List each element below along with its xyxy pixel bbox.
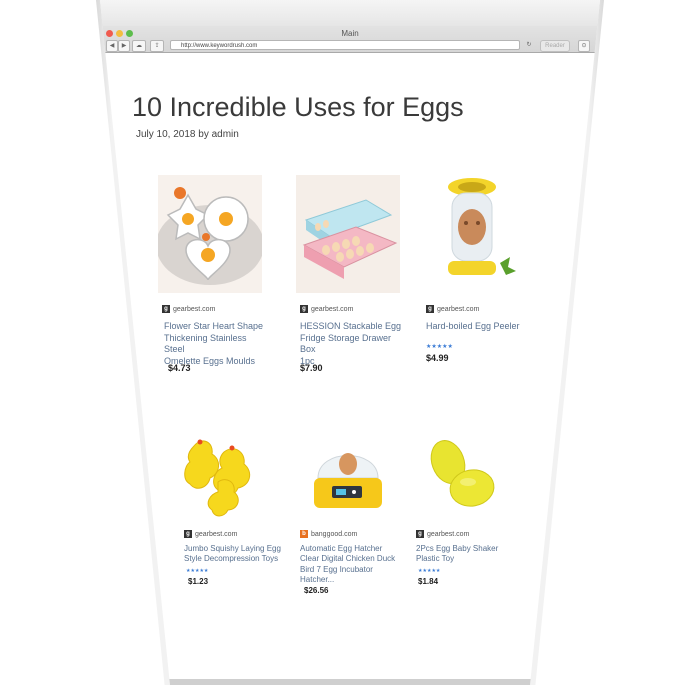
top-strip [100,0,600,26]
product-card[interactable]: g gearbest.com 2Pcs Egg Baby Shaker Plas… [416,432,516,612]
gearbest-logo-icon: g [300,305,308,313]
rating-stars: ★★★★★ [186,568,209,574]
reader-button[interactable]: Reader [540,40,570,52]
fried-egg-mould-image[interactable] [158,175,262,293]
product-source: g gearbest.com [300,305,353,313]
product-card[interactable]: g gearbest.com Jumbo Squishy Laying Egg … [184,432,284,612]
gearbest-logo-icon: g [162,305,170,313]
browser-chrome: Main ◀ ▶ ☁ ⇪ http://www.keywordrush.com … [100,0,600,53]
product-source: b banggood.com [300,530,357,538]
product-source: g gearbest.com [426,305,479,313]
gearbest-logo-icon: g [184,530,192,538]
product-name[interactable]: 2Pcs Egg Baby Shaker Plastic Toy [416,544,498,565]
product-name[interactable]: HESSION Stackable Egg Fridge Storage Dra… [300,321,406,368]
post-meta: July 10, 2018 by admin [136,129,239,140]
gearbest-logo-icon: g [416,530,424,538]
product-name[interactable]: Jumbo Squishy Laying Egg Style Decompres… [184,544,281,565]
rating-stars: ★★★★★ [426,344,453,350]
product-source: g gearbest.com [416,530,469,538]
forward-button[interactable]: ▶ [118,40,130,52]
product-card[interactable]: g gearbest.com HESSION Stackable Egg Fri… [296,175,406,385]
product-name[interactable]: Flower Star Heart Shape Thickening Stain… [164,321,268,368]
product-name[interactable]: Automatic Egg Hatcher Clear Digital Chic… [300,544,395,586]
product-name[interactable]: Hard-boiled Egg Peeler [426,321,520,333]
product-card[interactable]: g gearbest.com Hard-boiled Egg Peeler ★★… [422,175,532,385]
squishy-chicken-image[interactable] [184,432,272,522]
icloud-icon[interactable]: ☁ [132,40,146,52]
downloads-icon[interactable]: ⊙ [578,40,590,52]
product-source: g gearbest.com [184,530,237,538]
window-bottom-edge [100,679,600,685]
back-button[interactable]: ◀ [106,40,118,52]
product-price: $4.73 [168,363,191,373]
product-source: g gearbest.com [162,305,215,313]
rating-stars: ★★★★★ [418,568,441,574]
page-title: 10 Incredible Uses for Eggs [132,92,464,122]
product-price: $1.84 [418,577,439,586]
egg-peeler-image[interactable] [422,175,526,293]
share-icon[interactable]: ⇪ [150,40,164,52]
product-card[interactable]: b banggood.com Automatic Egg Hatcher Cle… [300,432,410,612]
egg-shaker-image[interactable] [416,432,504,522]
egg-incubator-image[interactable] [304,432,392,522]
product-price: $26.56 [304,586,329,595]
egg-storage-box-image[interactable] [296,175,400,293]
page-content: 10 Incredible Uses for Eggs July 10, 201… [100,52,600,685]
reload-icon[interactable]: ↻ [524,40,534,50]
product-price: $1.23 [188,577,209,586]
window-title: Main [341,29,359,38]
gearbest-logo-icon: g [426,305,434,313]
browser-window: Main ◀ ▶ ☁ ⇪ http://www.keywordrush.com … [100,0,600,685]
product-price: $4.99 [426,353,449,363]
product-card[interactable]: g gearbest.com Flower Star Heart Shape T… [158,175,268,385]
screenshot-stage: Main ◀ ▶ ☁ ⇪ http://www.keywordrush.com … [0,0,700,685]
address-bar[interactable]: http://www.keywordrush.com [170,40,520,50]
product-price: $7.90 [300,363,323,373]
banggood-logo-icon: b [300,530,308,538]
